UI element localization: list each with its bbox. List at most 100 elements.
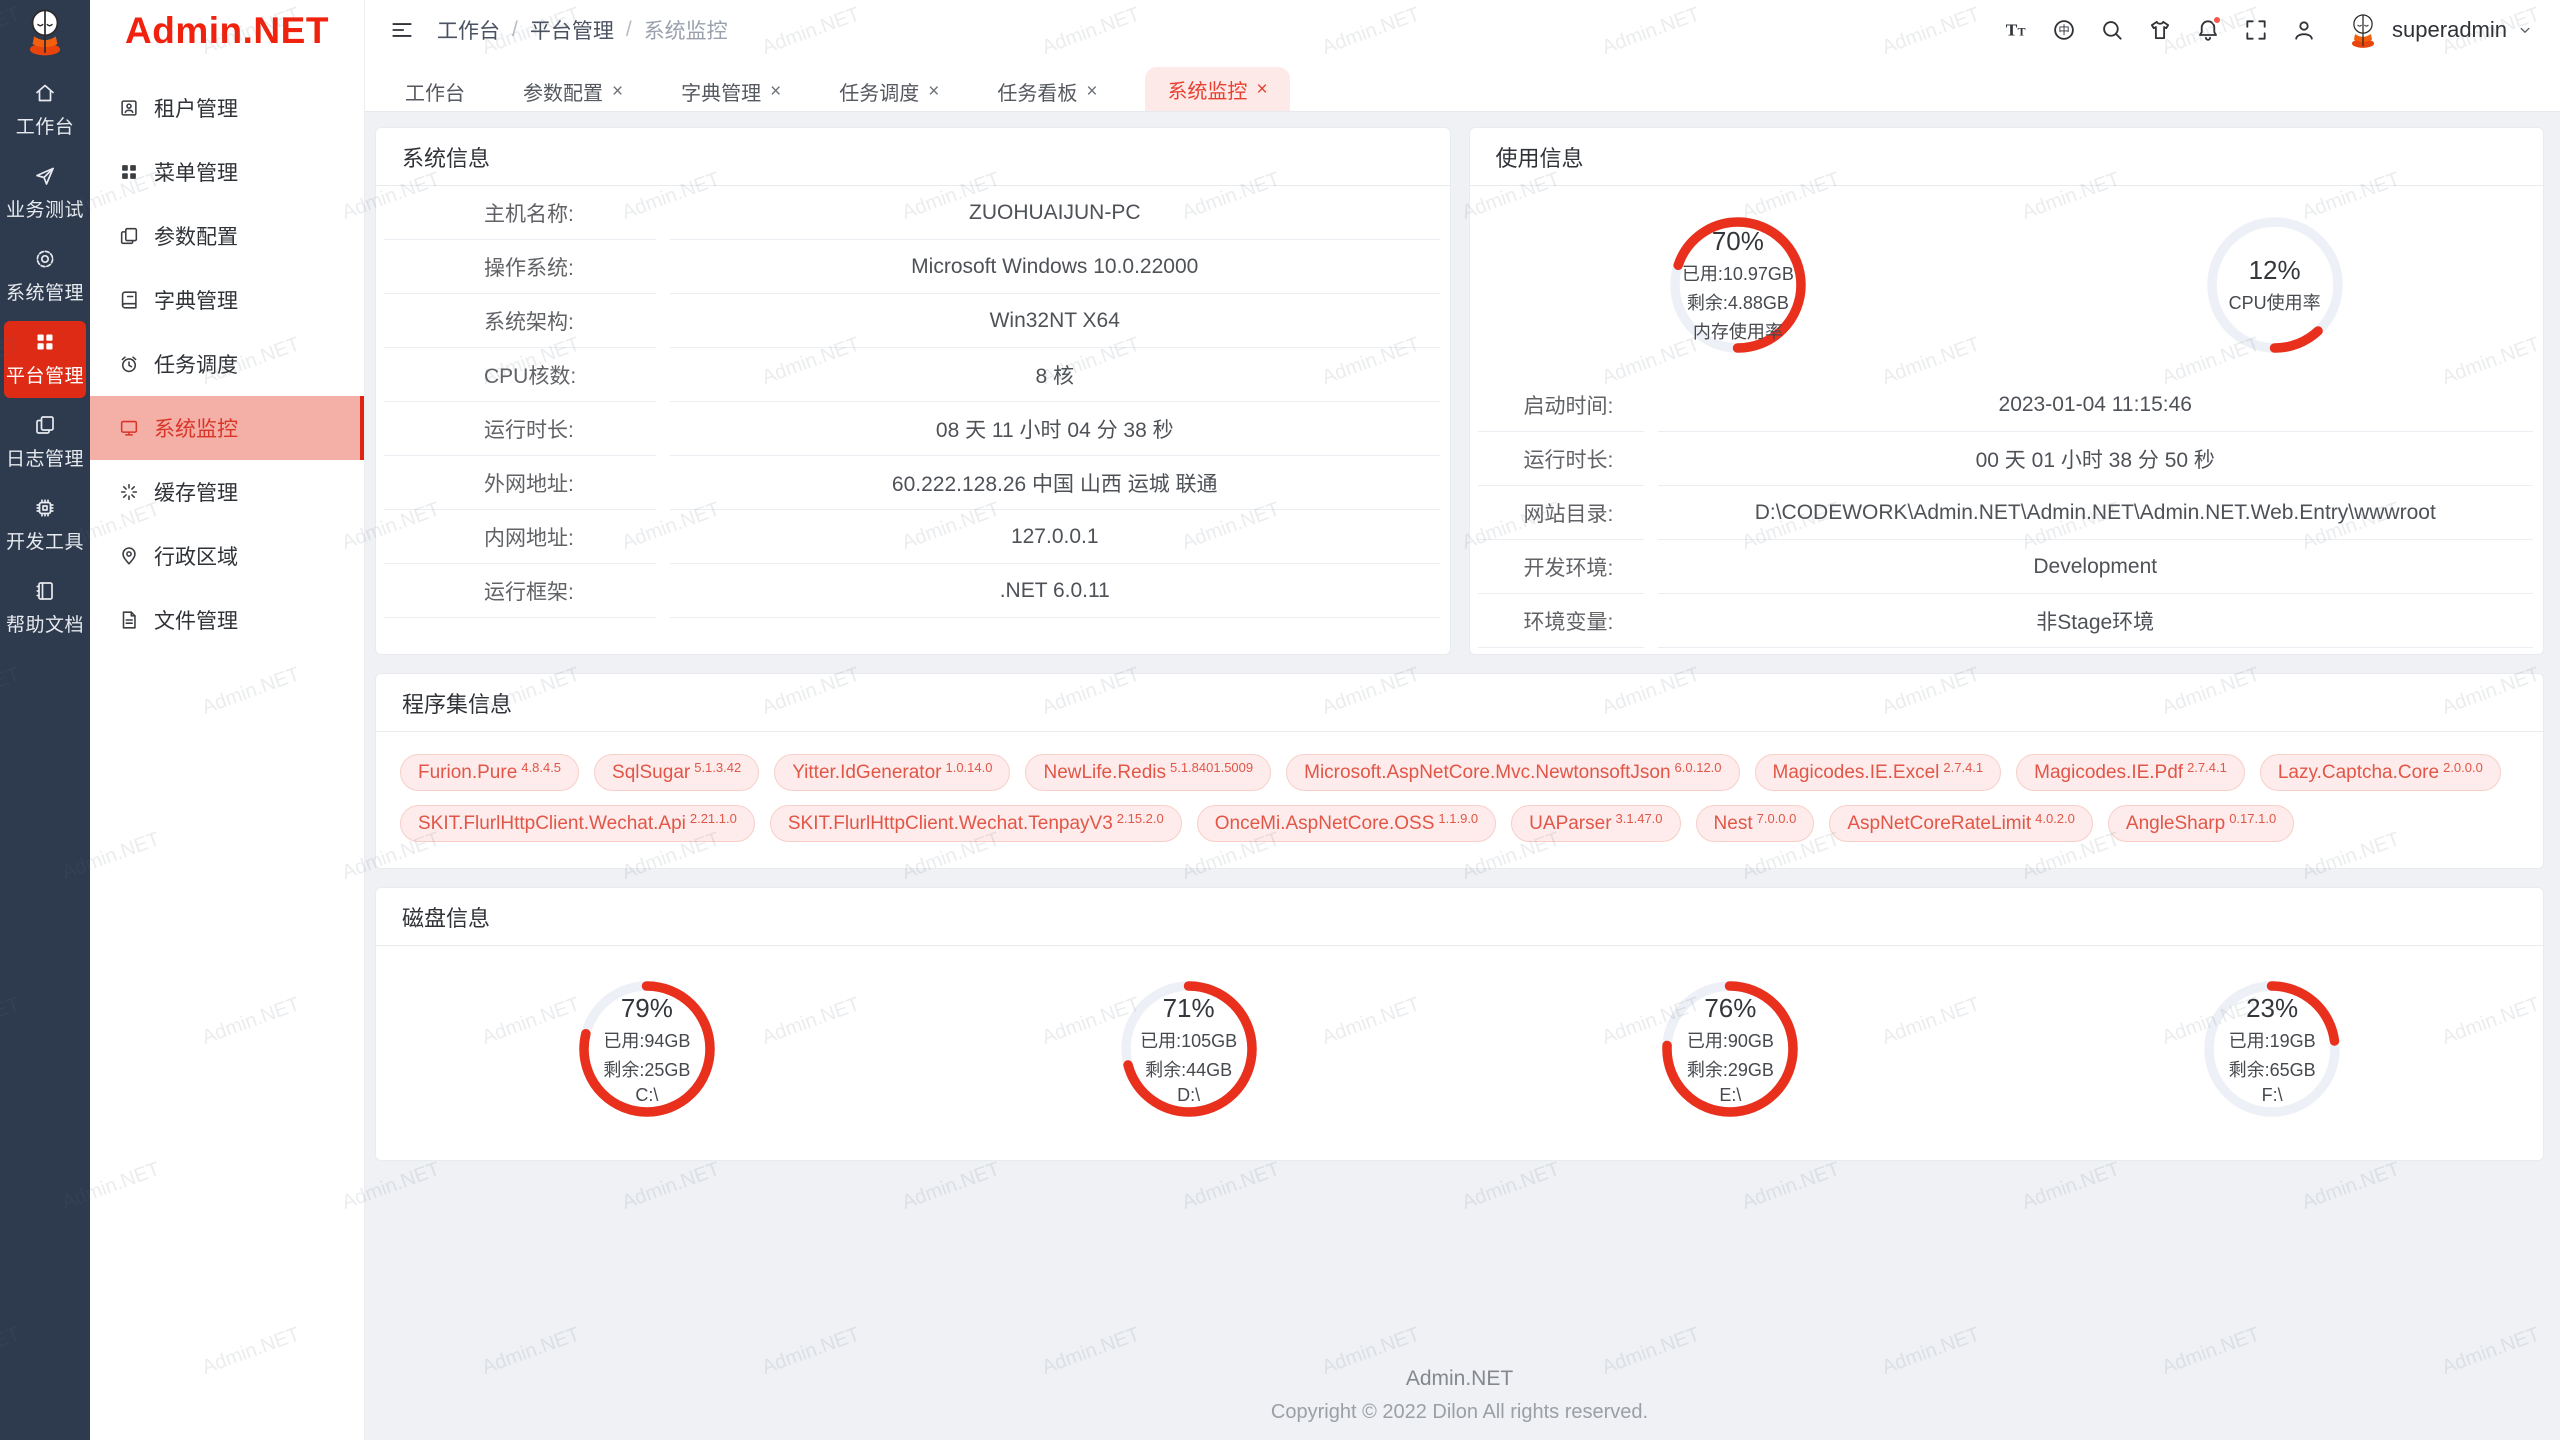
tab-系统监控[interactable]: 系统监控 × [1145,67,1289,111]
sidebar-item-menu[interactable]: 菜单管理 [90,140,364,204]
footer-app-name: Admin.NET [375,1367,2544,1391]
gauge-detail-line: D:\ [1177,1085,1200,1106]
sidebar-item-schedule[interactable]: 任务调度 [90,332,364,396]
rail-item-biz-test[interactable]: 业务测试 [4,155,86,232]
gauge-detail-line: 剩余:29GB [1687,1056,1774,1082]
gauge-detail-line: 已用:10.97GB [1682,260,1794,286]
breadcrumb-item[interactable]: 平台管理 [530,15,614,45]
sidebar-item-tenant[interactable]: 租户管理 [90,76,364,140]
info-row: 主机名称:ZUOHUAIJUN-PC [376,186,1450,240]
info-row: 运行框架:.NET 6.0.11 [376,564,1450,618]
bell-icon[interactable] [2193,15,2223,45]
close-icon[interactable]: × [1086,82,1097,101]
rail-item-system-mgmt[interactable]: 系统管理 [4,238,86,315]
assembly-badge: SKIT.FlurlHttpClient.Wechat.Api2.21.1.0 [400,805,755,842]
gauge-detail-line: 已用:90GB [1687,1027,1774,1053]
panel-title: 系统信息 [376,128,1450,186]
panel-title: 使用信息 [1470,128,2544,186]
username: superadmin [2392,17,2507,43]
assembly-version: 2.21.1.0 [690,812,737,825]
tab-字典管理[interactable]: 字典管理 × [671,71,791,111]
footer-copyright: Copyright © 2022 Dilon All rights reserv… [375,1401,2544,1424]
gauge-detail-line: 剩余:44GB [1145,1056,1232,1082]
search-icon[interactable] [2097,15,2127,45]
sidebar-item-params[interactable]: 参数配置 [90,204,364,268]
tab-label: 字典管理 [681,77,761,106]
tab-参数配置[interactable]: 参数配置× [513,71,633,111]
assembly-name: AspNetCoreRateLimit [1847,806,2031,841]
top-panels-row: 系统信息 主机名称:ZUOHUAIJUN-PC操作系统:Microsoft Wi… [375,127,2544,655]
sidebar-item-file[interactable]: 文件管理 [90,588,364,652]
theme-shirt-icon[interactable] [2145,15,2175,45]
info-label: 环境变量: [1478,594,1644,648]
info-label: 操作系统: [384,240,656,294]
tab-label: 系统监控 [1167,75,1247,104]
user-icon[interactable] [2289,15,2319,45]
info-row: 内网地址:127.0.0.1 [376,510,1450,564]
notification-badge [2212,15,2222,25]
assembly-badge: AspNetCoreRateLimit4.0.2.0 [1829,805,2093,842]
fullscreen-icon[interactable] [2241,15,2271,45]
assembly-badges: Furion.Pure4.8.4.5SqlSugar5.1.3.42Yitter… [376,732,2543,868]
tab-工作台[interactable]: 工作台 [395,71,475,111]
spinner-icon [118,481,140,503]
close-icon[interactable]: × [1256,80,1267,99]
rail-item-log-mgmt[interactable]: 日志管理 [4,404,86,481]
sidebar-item-label: 系统监控 [154,413,238,443]
gauge-percent: 79% [621,993,673,1024]
sidebar-item-dict[interactable]: 字典管理 [90,268,364,332]
sidebar-item-monitor[interactable]: 系统监控 [90,396,364,460]
close-icon[interactable]: × [928,82,939,101]
app-logo[interactable] [0,0,90,66]
assembly-version: 5.1.8401.5009 [1170,761,1253,774]
info-row: CPU核数:8 核 [376,348,1450,402]
ring-gauge: 79%已用:94GB剩余:25GBC:\ [572,974,722,1124]
info-value: Win32NT X64 [670,294,1440,348]
language-icon[interactable]: 中 [2049,15,2079,45]
breadcrumb-separator: / [626,18,632,42]
info-label: 网站目录: [1478,486,1644,540]
rail-item-label: 系统管理 [6,278,84,305]
copy-icon [33,413,57,437]
assemblies-panel: 程序集信息 Furion.Pure4.8.4.5SqlSugar5.1.3.42… [375,673,2544,869]
tab-任务看板[interactable]: 任务看板× [987,71,1107,111]
breadcrumb-item: 系统监控 [644,15,728,45]
assembly-badge: Furion.Pure 4.8.4.5 [400,754,579,791]
rail-item-label: 帮助文档 [6,610,84,637]
rail-item-help-docs[interactable]: 帮助文档 [4,570,86,647]
info-value: .NET 6.0.11 [670,564,1440,618]
assembly-badge: OnceMi.AspNetCore.OSS1.1.9.0 [1197,805,1496,842]
font-size-icon[interactable]: TT [2001,15,2031,45]
tenant-icon [118,97,140,119]
rail-item-label: 平台管理 [6,361,84,388]
rail-item-dev-tools[interactable]: 开发工具 [4,487,86,564]
info-row: 外网地址:60.222.128.26 中国 山西 运城 联通 [376,456,1450,510]
usage-info-panel: 使用信息 70%已用:10.97GB剩余:4.88GB内存使用率12%CPU使用… [1469,127,2545,655]
page-footer: Admin.NET Copyright © 2022 Dilon All rig… [375,1367,2544,1440]
breadcrumb-item[interactable]: 工作台 [437,15,500,45]
assembly-name: Furion.Pure [418,755,517,790]
sidebar-item-cache[interactable]: 缓存管理 [90,460,364,524]
close-icon[interactable]: × [612,82,623,101]
gauge-detail-line: 剩余:65GB [2229,1056,2316,1082]
assembly-version: 7.0.0.0 [1757,812,1797,825]
dict-book-icon [118,289,140,311]
primary-nav-rail: 工作台业务测试系统管理平台管理日志管理开发工具帮助文档 [0,0,90,1440]
info-row: 运行时长:08 天 11 小时 04 分 38 秒 [376,402,1450,456]
assembly-badge: AngleSharp0.17.1.0 [2108,805,2294,842]
user-menu[interactable]: superadmin [2343,10,2534,50]
disks-panel: 磁盘信息 79%已用:94GB剩余:25GBC:\71%已用:105GB剩余:4… [375,887,2544,1161]
gauge-percent: 76% [1704,993,1756,1024]
close-icon[interactable]: × [770,82,781,101]
rail-item-workbench[interactable]: 工作台 [4,72,86,149]
assembly-version: 2.0.0.0 [2443,761,2483,774]
rail-item-platform-mgmt[interactable]: 平台管理 [4,321,86,398]
assembly-badge: SKIT.FlurlHttpClient.Wechat.TenpayV32.15… [770,805,1182,842]
info-label: 启动时间: [1478,378,1644,432]
collapse-menu-icon[interactable] [387,15,417,45]
tab-label: 工作台 [405,77,465,106]
tab-任务调度[interactable]: 任务调度× [829,71,949,111]
notebook-icon [33,579,57,603]
assembly-version: 4.8.4.5 [521,761,561,774]
sidebar-item-region[interactable]: 行政区域 [90,524,364,588]
